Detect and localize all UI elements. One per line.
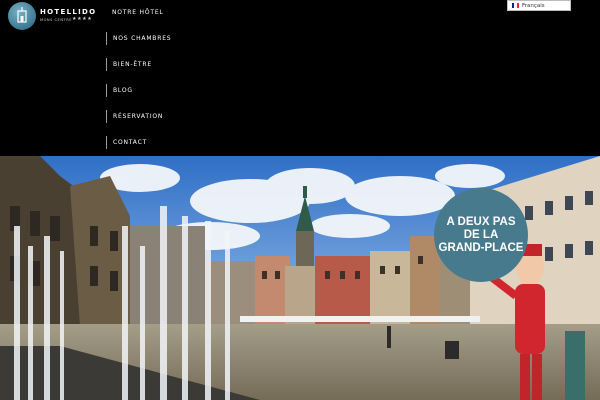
language-label: Français [522, 2, 545, 9]
grand-place-photo [0, 156, 600, 400]
french-flag-icon [512, 3, 519, 8]
grand-place-badge: A DEUX PAS DE LA GRAND-PLACE [434, 188, 528, 282]
nav-item-blog[interactable]: BLOG [106, 84, 133, 97]
nav-item-nos-chambres[interactable]: NOS CHAMBRES [106, 32, 171, 45]
badge-line-3: GRAND-PLACE [438, 241, 524, 254]
logo-stars: ★★★★ [72, 16, 93, 22]
site-header: HOTELLIDO MONS CENTRE ★★★★ NOTRE HÔTEL N… [0, 0, 600, 156]
logo-subtitle: MONS CENTRE [40, 18, 72, 22]
language-selector[interactable]: Français [507, 0, 571, 11]
nav-item-bien-etre[interactable]: BIEN-ÊTRE [106, 58, 152, 71]
logo-emblem-icon [8, 2, 36, 30]
logo-name: HOTELLIDO [40, 8, 97, 16]
nav-item-contact[interactable]: CONTACT [106, 136, 147, 149]
badge-line-1: A DEUX PAS [446, 215, 516, 228]
badge-line-2: DE LA [463, 228, 499, 241]
hotel-logo[interactable]: HOTELLIDO MONS CENTRE ★★★★ [8, 2, 95, 30]
nav-item-reservation[interactable]: RÉSERVATION [106, 110, 163, 123]
nav-item-notre-hotel[interactable]: NOTRE HÔTEL [106, 6, 164, 19]
hero-banner: A DEUX PAS DE LA GRAND-PLACE [0, 156, 600, 400]
